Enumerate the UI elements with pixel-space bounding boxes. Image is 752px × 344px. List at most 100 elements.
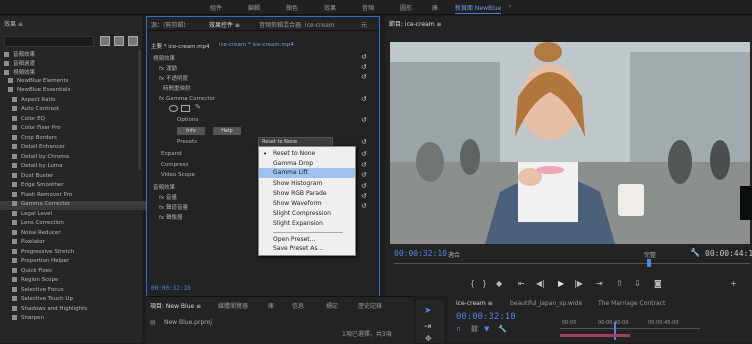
timeline-timecode[interactable]: 00:00:32:10 <box>456 312 516 322</box>
program-monitor-title[interactable]: 節目: ice-cream ≡ <box>389 19 442 28</box>
menu-item-gamma-lift[interactable]: Gamma Lift <box>259 168 355 178</box>
effect-controls-timecode[interactable]: 00:00:32:10 <box>151 285 191 292</box>
tree-item[interactable]: NewBlue Essentials <box>8 87 70 96</box>
mark-in-icon[interactable]: { <box>470 279 475 288</box>
panner-effect-row[interactable]: fx 聲像器 <box>159 213 182 222</box>
expand-row[interactable]: Expand <box>161 151 182 160</box>
channel-volume-effect-row[interactable]: fx 聲道音量 <box>159 203 188 212</box>
tree-item[interactable]: Proportion Helper <box>12 258 69 267</box>
step-forward-icon[interactable]: |▶ <box>574 279 583 288</box>
tab-history[interactable]: 歷史記錄 <box>358 301 382 310</box>
tree-item[interactable]: Detail by Luma <box>12 163 63 172</box>
workspace-tab-editing[interactable]: 編輯 <box>248 3 260 12</box>
menu-item-slight-compression[interactable]: Slight Compression <box>273 210 331 217</box>
tree-item[interactable]: Progressive Stretch <box>12 248 74 258</box>
volume-effect-row[interactable]: fx 音量 <box>159 193 177 202</box>
track-select-tool-icon[interactable]: ⇥ <box>424 322 432 332</box>
lift-icon[interactable]: ⇧ <box>616 279 623 288</box>
tree-item-selected[interactable]: Gamma Corrector <box>0 201 150 210</box>
tree-item[interactable]: Crop Borders <box>12 134 57 144</box>
step-back-icon[interactable]: ◀| <box>536 279 545 288</box>
opacity-effect-row[interactable]: fx 不透明度 <box>159 74 188 83</box>
workspace-tab-effects[interactable]: 效果 <box>324 3 336 12</box>
tree-item[interactable]: Pixelator <box>12 239 45 248</box>
program-playhead[interactable] <box>647 259 651 267</box>
tab-source[interactable]: 源：(無剪輯) <box>151 20 186 29</box>
program-timecode[interactable]: 00:00:32:10 <box>394 249 447 258</box>
tab-sequence-beautiful-japan[interactable]: beautiful_japan_sp.wide <box>510 300 582 307</box>
go-to-in-icon[interactable]: ⇤ <box>518 279 525 288</box>
project-file-name[interactable]: New Blue.prproj <box>164 319 212 326</box>
tree-item[interactable]: Shadows and Highlights <box>12 305 87 315</box>
program-scrub-bar[interactable] <box>394 263 750 264</box>
tree-item[interactable]: Aspect Ratio <box>12 96 56 106</box>
workspace-tab-libraries[interactable]: 庫 <box>432 3 438 12</box>
workspace-tab-graphics[interactable]: 圖形 <box>400 3 412 12</box>
tab-sequence-marriage-contract[interactable]: The Marriage Contract <box>598 300 665 307</box>
side-panel-tab[interactable] <box>740 186 752 220</box>
timeline-work-area[interactable] <box>560 334 630 337</box>
workspace-tab-newblue[interactable]: 新頁面 NewBlue <box>455 3 502 14</box>
go-to-out-icon[interactable]: ⇥ <box>596 279 603 288</box>
effects-scrollbar[interactable] <box>138 50 141 170</box>
tree-item[interactable]: Edge Smoother <box>12 182 63 191</box>
menu-item-slight-expansion[interactable]: Slight Expansion <box>273 220 323 227</box>
tree-item[interactable]: Color EQ <box>12 115 45 125</box>
yuv-effects-icon[interactable] <box>128 36 138 46</box>
ripple-edit-tool-icon[interactable]: ✥ <box>425 334 432 343</box>
ellipse-mask-icon[interactable] <box>169 105 178 112</box>
reset-icon[interactable]: ↺ <box>361 53 367 61</box>
tab-media-browser[interactable]: 媒體瀏覽器 <box>218 301 248 310</box>
tree-item[interactable]: Auto Contrast <box>12 106 59 115</box>
quality-dropdown[interactable]: 完整 <box>644 250 656 259</box>
tree-item[interactable]: Legal Level <box>12 210 52 220</box>
tree-item[interactable]: Noise Reducer <box>12 229 61 239</box>
timeline-playhead[interactable] <box>614 322 616 340</box>
reset-icon[interactable]: ↺ <box>361 73 367 81</box>
tree-group-audio-transitions[interactable]: 音頻過渡 <box>4 59 35 68</box>
menu-item-show-histogram[interactable]: Show Histogram <box>273 180 322 187</box>
reset-icon[interactable]: ↺ <box>361 63 367 71</box>
tree-item[interactable]: Selective Focus <box>12 286 64 296</box>
menu-item-save-preset-as[interactable]: Save Preset As... <box>273 245 323 252</box>
menu-item-reset-to-none[interactable]: Reset to None <box>273 150 315 157</box>
tree-item[interactable]: Quick Fixes <box>12 267 52 277</box>
tree-item[interactable]: Sharpen <box>12 315 44 324</box>
tree-group-audio-effects[interactable]: 音頻效果 <box>4 50 35 59</box>
menu-item-show-rgb-parade[interactable]: Show RGB Parade <box>273 190 327 197</box>
timeline-ruler[interactable] <box>560 328 700 329</box>
linked-selection-icon[interactable]: ⛓ <box>470 325 479 333</box>
reset-icon[interactable]: ↺ <box>361 171 367 179</box>
mark-out-icon[interactable]: } <box>482 279 487 288</box>
tab-markers[interactable]: 標記 <box>326 301 338 310</box>
accelerated-effects-icon[interactable] <box>100 36 110 46</box>
video-scope-row[interactable]: Video Scope <box>161 172 195 181</box>
workspace-tab-color[interactable]: 顏色 <box>286 3 298 12</box>
info-button[interactable]: Info <box>177 127 205 135</box>
rectangle-mask-icon[interactable] <box>181 105 190 112</box>
tab-audio-clip-mixer[interactable]: 音頻剪輯混合器: ice-cream <box>259 20 335 29</box>
selection-tool-icon[interactable]: ➤ <box>424 306 432 316</box>
tree-item[interactable]: Selective Touch Up <box>12 296 73 305</box>
tree-item[interactable]: Lens Correction <box>12 220 64 229</box>
help-button[interactable]: Help <box>213 127 241 135</box>
tab-libraries[interactable]: 庫 <box>268 301 274 310</box>
menu-item-show-waveform[interactable]: Show Waveform <box>273 200 322 207</box>
reset-icon[interactable]: ↺ <box>361 138 367 146</box>
tab-info[interactable]: 信息 <box>292 301 304 310</box>
pen-mask-icon[interactable]: ✎ <box>195 103 201 111</box>
workspace-tab-audio[interactable]: 音頻 <box>362 3 374 12</box>
master-clip-label[interactable]: 主要 * ice-cream.mp4 <box>151 42 210 51</box>
menu-item-gamma-drop[interactable]: Gamma Drop <box>273 160 313 167</box>
menu-item-open-preset[interactable]: Open Preset... <box>273 236 315 243</box>
gamma-corrector-row[interactable]: fx Gamma Corrector <box>159 96 215 105</box>
workspace-tab-assembly[interactable]: 組件 <box>210 3 222 12</box>
motion-effect-row[interactable]: fx 運動 <box>159 64 177 73</box>
play-icon[interactable]: ▶ <box>558 279 564 288</box>
sequence-clip-label[interactable]: ice-cream * ice-cream.mp4 <box>219 42 294 51</box>
32bit-effects-icon[interactable] <box>114 36 124 46</box>
reset-icon[interactable]: ↺ <box>361 150 367 158</box>
tree-item[interactable]: NewBlue Elements <box>8 78 69 87</box>
tree-item[interactable]: Region Scope <box>12 277 58 286</box>
tab-project[interactable]: 項目: New Blue ≡ <box>150 301 201 310</box>
